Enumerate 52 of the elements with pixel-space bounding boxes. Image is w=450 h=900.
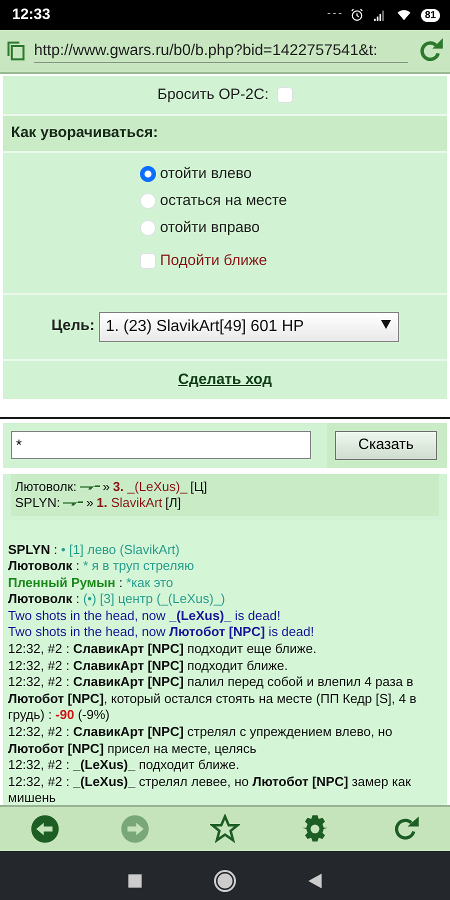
target-text: 3. _(LeXus)_ [112, 478, 188, 494]
event-message: 12:32, #2 : СлавикАрт [NPC] подходит ближе. [8, 658, 289, 674]
wifi-icon [394, 8, 413, 22]
section-heading: Как уворачиваться: [3, 116, 447, 152]
clock-text: 12:33 [12, 4, 50, 25]
death-message: Two shots in the head, now Лютобот [NPC] is dead! [8, 624, 316, 642]
grenade-checkbox[interactable] [276, 87, 293, 103]
say-button[interactable]: Сказать [335, 431, 437, 460]
dodge-radio[interactable] [140, 166, 156, 182]
event-message: 12:32, #2 : _(LeXus)_ стрелял левее, но Лютобот [NPC] замер как мишень [8, 774, 412, 804]
tabs-icon[interactable] [6, 40, 26, 62]
more-icon [326, 13, 342, 17]
home-icon[interactable] [213, 868, 237, 892]
author-name: SPLYN [8, 542, 50, 556]
submit-link[interactable]: Сделать ход [178, 368, 272, 391]
arrow-text: » [102, 478, 110, 494]
event-message: 12:32, #2 : СлавикАрт [NPC] палил перед собой и влепил 4 раза в Лютобот [NPC], который остался стоять на месте (ПП Кедр [S], 4 в грудь) : -90 (-9%) [8, 674, 418, 724]
alarm-icon [350, 8, 364, 22]
chat-message: Пленный Румын : *как это [8, 574, 174, 592]
side-text: [Ц] [190, 478, 208, 494]
target-text: 1. SlavikArt [96, 494, 162, 510]
option-label: остаться на месте [160, 190, 288, 211]
event-message: 12:32, #2 : _(LeXus)_ подходит ближе. [8, 757, 240, 774]
battery-indicator: 81 [420, 8, 440, 22]
rifle-icon [63, 498, 84, 506]
signal-icon [372, 8, 387, 22]
player-name: Лютоволк: [15, 478, 77, 494]
option-label: отойти вправо [160, 218, 260, 238]
message-field[interactable]: * [11, 431, 311, 459]
author-name: Лютоволк [8, 558, 72, 574]
chat-message: Лютоволк : * я в труп стреляю [8, 558, 195, 575]
option-label: отойти влево [160, 164, 252, 184]
chat-message: Лютоволк : (•) [3] центр (_(LeXus)_) [8, 591, 226, 608]
rifle-icon [80, 482, 100, 490]
grenade-label: Бросить ОР-2С: [157, 84, 269, 105]
caret-icon [380, 320, 391, 328]
arrow-text: » [86, 494, 94, 510]
author-name: Пленный Румын [8, 574, 116, 590]
chat-message: SPLYN : • [1] лево (SlavikArt) [8, 542, 181, 558]
star-icon[interactable] [210, 814, 240, 844]
back-icon[interactable] [30, 814, 60, 844]
recents-icon[interactable] [127, 872, 143, 888]
target-select[interactable]: 1. (23) SlavikArt[49] 601 HP [98, 312, 399, 342]
death-message: Two shots in the head, now _(LeXus)_ is dead! [8, 608, 282, 624]
back-icon[interactable] [307, 872, 323, 890]
target-label: Цель: [51, 316, 95, 336]
approach-checkbox[interactable] [140, 252, 156, 269]
side-text: [Л] [165, 494, 182, 510]
approach-label: Подойти ближе [160, 250, 268, 270]
author-name: Лютоволк [8, 591, 72, 606]
event-message: 12:32, #2 : СлавикАрт [NPC] подходит еще ближе. [8, 641, 318, 658]
player-name: SPLYN: [15, 494, 60, 510]
